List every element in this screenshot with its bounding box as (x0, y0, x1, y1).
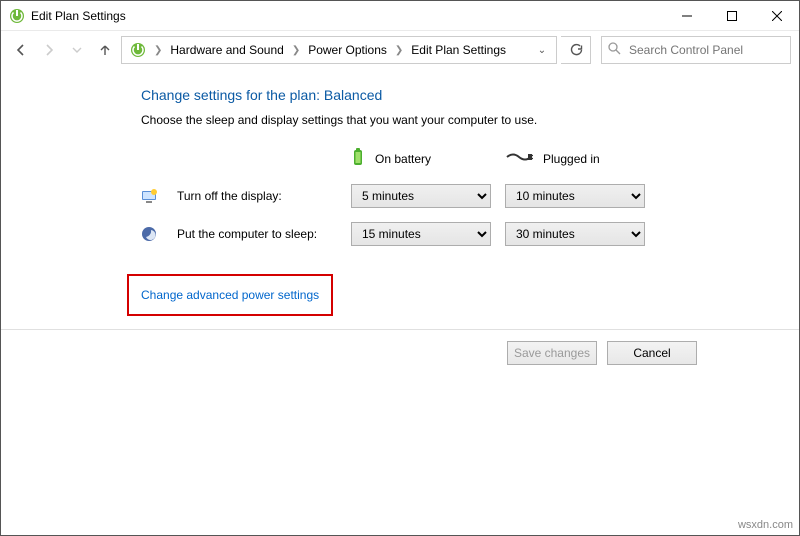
refresh-button[interactable] (561, 36, 591, 64)
sleep-icon (141, 226, 157, 242)
row-label-display: Turn off the display: (177, 189, 337, 203)
power-options-icon (9, 8, 25, 24)
window-title: Edit Plan Settings (31, 9, 126, 23)
cancel-button[interactable]: Cancel (607, 341, 697, 365)
column-label-battery: On battery (375, 152, 431, 166)
navigation-bar: ❯ Hardware and Sound ❯ Power Options ❯ E… (1, 31, 799, 69)
page-heading: Change settings for the plan: Balanced (141, 87, 799, 103)
page-instruction: Choose the sleep and display settings th… (141, 113, 799, 127)
back-button[interactable] (9, 38, 33, 62)
breadcrumb-hardware[interactable]: Hardware and Sound (166, 41, 287, 59)
row-label-sleep: Put the computer to sleep: (177, 227, 337, 241)
content-area: Change settings for the plan: Balanced C… (1, 69, 799, 346)
sleep-battery-select[interactable]: 15 minutes (351, 222, 491, 246)
chevron-right-icon[interactable]: ❯ (290, 45, 302, 56)
power-options-icon (130, 42, 146, 58)
display-plugged-select[interactable]: 10 minutes (505, 184, 645, 208)
column-label-plugged: Plugged in (543, 152, 600, 166)
address-dropdown-button[interactable]: ⌄ (532, 45, 552, 56)
breadcrumb-edit-plan[interactable]: Edit Plan Settings (407, 41, 510, 59)
link-advanced-settings[interactable]: Change advanced power settings (141, 284, 319, 306)
settings-grid: On battery Plugged in Turn off the displ… (141, 147, 799, 246)
chevron-right-icon[interactable]: ❯ (393, 45, 405, 56)
column-header-battery: On battery (351, 147, 491, 170)
sleep-plugged-select[interactable]: 30 minutes (505, 222, 645, 246)
search-box[interactable] (601, 36, 791, 64)
column-header-plugged: Plugged in (505, 150, 645, 167)
recent-locations-button[interactable] (65, 38, 89, 62)
maximize-button[interactable] (709, 1, 754, 31)
close-button[interactable] (754, 1, 799, 31)
search-icon (608, 42, 621, 58)
forward-button[interactable] (37, 38, 61, 62)
highlighted-link-box: Change advanced power settings (127, 274, 333, 316)
title-bar: Edit Plan Settings (1, 1, 799, 31)
up-button[interactable] (93, 38, 117, 62)
display-battery-select[interactable]: 5 minutes (351, 184, 491, 208)
search-input[interactable] (627, 42, 786, 58)
footer-bar: Save changes Cancel (1, 329, 799, 375)
plug-icon (505, 150, 533, 167)
chevron-right-icon[interactable]: ❯ (152, 45, 164, 56)
breadcrumb-power-options[interactable]: Power Options (304, 41, 391, 59)
save-button[interactable]: Save changes (507, 341, 597, 365)
watermark: wsxdn.com (738, 519, 793, 531)
display-icon (141, 188, 157, 204)
address-bar[interactable]: ❯ Hardware and Sound ❯ Power Options ❯ E… (121, 36, 557, 64)
battery-icon (351, 147, 365, 170)
minimize-button[interactable] (664, 1, 709, 31)
